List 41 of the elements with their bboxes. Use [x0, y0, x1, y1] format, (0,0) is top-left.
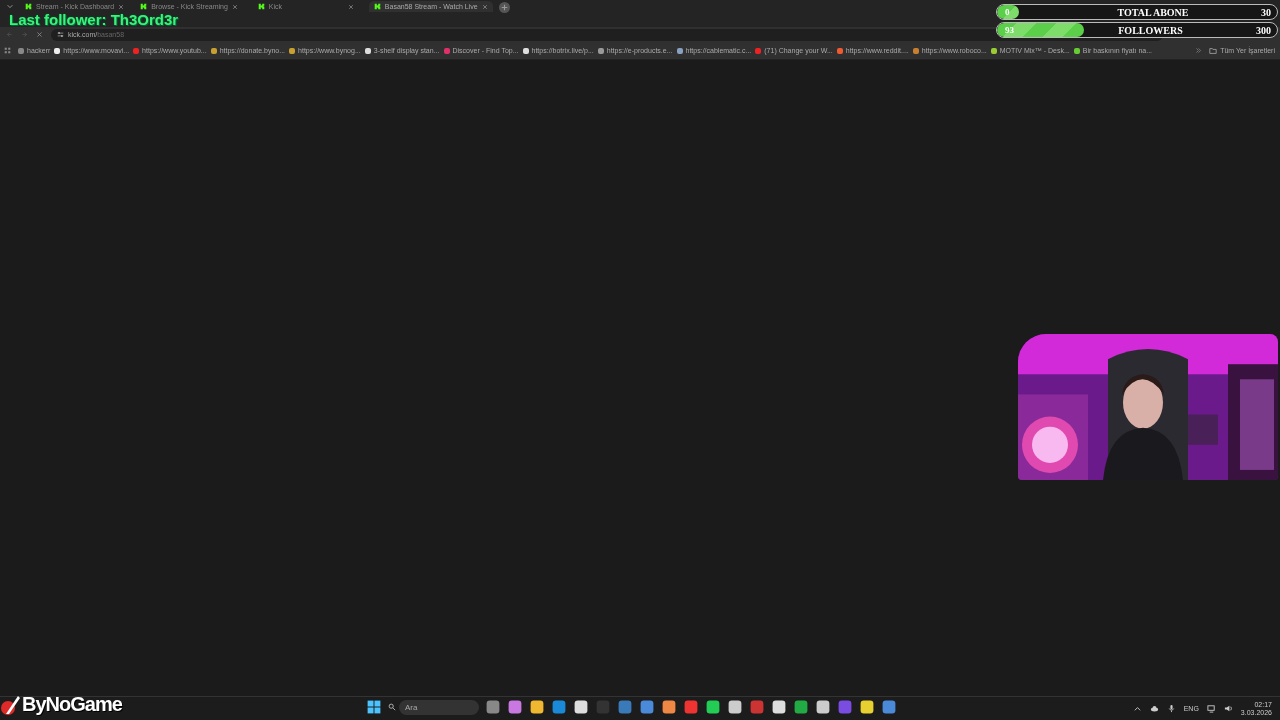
speaker-icon[interactable] [1223, 704, 1233, 713]
goal-count: 0 [1004, 7, 1011, 17]
search-icon [388, 703, 396, 711]
app-icon[interactable] [727, 699, 743, 715]
app-icon[interactable] [529, 699, 545, 715]
search-field[interactable]: Ara [399, 699, 479, 715]
close-icon[interactable] [347, 3, 354, 10]
network-icon[interactable] [1206, 704, 1216, 713]
feather-logo-icon [0, 693, 22, 716]
kick-logo-icon [257, 3, 265, 10]
app-icon[interactable] [705, 699, 721, 715]
close-icon[interactable] [36, 31, 43, 38]
settings-icon[interactable] [57, 31, 64, 38]
app-icon[interactable] [771, 699, 787, 715]
goal-target: 300 [1256, 24, 1272, 36]
last-follower-text: Last follower: Th3Ord3r [9, 12, 179, 27]
app-icon[interactable] [507, 699, 523, 715]
goal-target: 30 [1261, 6, 1272, 18]
close-icon[interactable] [481, 3, 488, 10]
apps-icon[interactable] [4, 47, 11, 54]
tab-search-icon[interactable] [6, 2, 14, 10]
kick-logo-icon [140, 3, 148, 10]
goal-title: TOTAL ABONE [1116, 6, 1190, 18]
kick-logo-icon [25, 3, 32, 10]
app-icon[interactable] [859, 699, 875, 715]
folder-icon [1209, 46, 1218, 55]
close-icon[interactable] [118, 3, 125, 10]
app-icon[interactable] [661, 699, 677, 715]
logo-text: ByNoGame [22, 693, 122, 716]
goal-count: 93 [1004, 25, 1015, 35]
app-icon[interactable] [793, 699, 809, 715]
chevron-icon[interactable] [1195, 47, 1203, 54]
close-icon[interactable] [231, 3, 238, 10]
new-tab-icon[interactable] [498, 2, 510, 13]
cloud-icon[interactable] [1149, 704, 1159, 713]
kick-logo-icon [373, 3, 381, 10]
microphone-icon[interactable] [1166, 704, 1176, 713]
chevron-up-icon[interactable] [1132, 704, 1142, 713]
app-icon[interactable] [573, 699, 589, 715]
app-icon[interactable] [815, 699, 831, 715]
start-icon[interactable] [366, 699, 382, 715]
